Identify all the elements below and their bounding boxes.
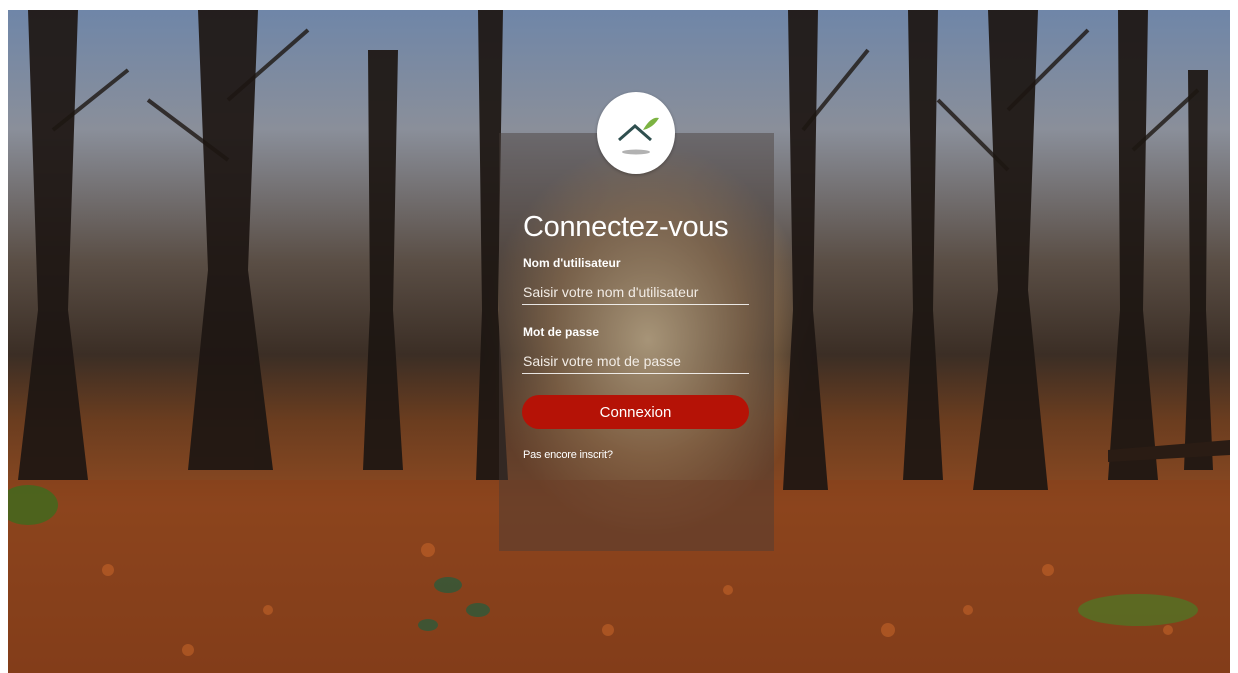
- username-input[interactable]: [522, 279, 749, 305]
- login-button[interactable]: Connexion: [522, 395, 749, 429]
- logo: [597, 92, 675, 174]
- mountain-leaf-logo-icon: [618, 117, 659, 155]
- password-label: Mot de passe: [523, 325, 600, 339]
- username-label: Nom d'utilisateur: [523, 256, 621, 270]
- login-panel: [499, 133, 774, 551]
- password-input[interactable]: [522, 348, 749, 374]
- register-link[interactable]: Pas encore inscrit?: [523, 449, 613, 461]
- page-title: Connectez-vous: [523, 211, 729, 243]
